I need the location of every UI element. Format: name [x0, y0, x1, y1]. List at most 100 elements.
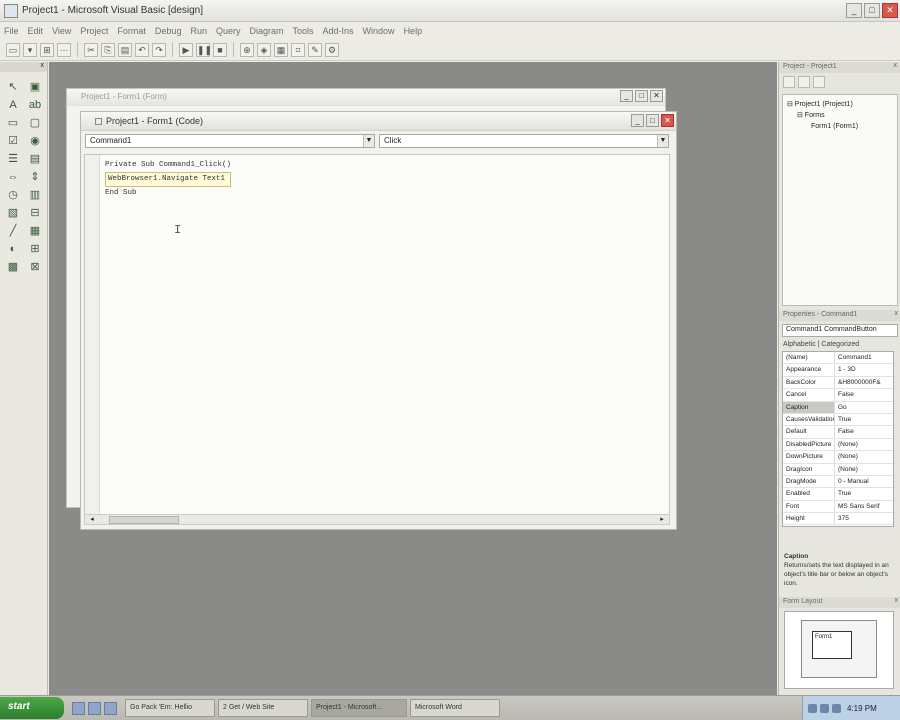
menu-addins[interactable]: Add-Ins	[323, 26, 354, 36]
horizontal-scrollbar[interactable]: ◂ ▸	[84, 514, 670, 525]
property-row[interactable]: Caption Go	[783, 401, 893, 414]
tree-node-form1[interactable]: Form1 (Form1)	[787, 121, 893, 132]
property-row[interactable]: BackColor &H8000000F&	[783, 376, 893, 390]
frame-tool-icon[interactable]: ▭	[4, 116, 22, 131]
property-row[interactable]: Height 375	[783, 513, 893, 526]
picturebox-tool-icon[interactable]: ▣	[26, 80, 44, 95]
close-button[interactable]: ✕	[882, 3, 898, 18]
view-object-icon[interactable]	[798, 76, 810, 88]
vscrollbar-tool-icon[interactable]: ⇕	[26, 170, 44, 185]
cut-icon[interactable]: ✂	[84, 42, 98, 57]
scroll-right-icon[interactable]: ▸	[657, 515, 667, 524]
menu-project[interactable]: Project	[80, 26, 108, 36]
chevron-down-icon[interactable]: ▼	[657, 135, 668, 147]
open-icon[interactable]: ⋯	[57, 42, 71, 57]
tree-node-forms[interactable]: ⊟ Forms	[787, 110, 893, 121]
label-tool-icon[interactable]: A	[4, 98, 22, 113]
property-row[interactable]: CausesValidation True	[783, 413, 893, 427]
scrollbar-thumb[interactable]	[109, 516, 179, 524]
dropdown-icon[interactable]: ▾	[23, 42, 37, 57]
taskbar-item[interactable]: 2 Get / Web Site	[218, 699, 308, 717]
property-row[interactable]: (Name) Command1	[783, 352, 893, 365]
taskbar-item[interactable]: Microsoft Word	[410, 699, 500, 717]
project-explorer-icon[interactable]: ⊕	[240, 42, 254, 57]
network-icon[interactable]	[808, 703, 817, 713]
close-button[interactable]: ✕	[650, 90, 663, 102]
redo-icon[interactable]: ↷	[152, 42, 166, 57]
menu-file[interactable]: File	[4, 26, 19, 36]
end-icon[interactable]: ■	[213, 42, 227, 57]
break-icon[interactable]: ❚❚	[196, 42, 212, 57]
close-icon[interactable]: x	[895, 597, 899, 604]
data-view-icon[interactable]: ⚙	[325, 42, 339, 57]
timer-tool-icon[interactable]: ◷	[4, 188, 22, 203]
line-tool-icon[interactable]: ╱	[4, 224, 22, 239]
show-desktop-icon[interactable]	[72, 701, 85, 715]
property-row[interactable]: Appearance 1 - 3D	[783, 364, 893, 377]
close-icon[interactable]: x	[894, 62, 898, 69]
properties-window-icon[interactable]: ◈	[257, 42, 271, 57]
shape-tool-icon[interactable]: ▦	[26, 224, 44, 239]
security-icon[interactable]	[832, 703, 841, 713]
dirlistbox-tool-icon[interactable]: ▧	[4, 206, 22, 221]
menu-query[interactable]: Query	[216, 26, 241, 36]
start-button[interactable]: start	[0, 697, 64, 719]
ole-tool-icon[interactable]: ▩	[4, 260, 22, 275]
procedure-combo[interactable]: Click ▼	[379, 134, 669, 148]
copy-icon[interactable]: ⎘	[101, 42, 115, 57]
menu-window[interactable]: Window	[363, 26, 395, 36]
properties-tabs[interactable]: Alphabetic | Categorized	[779, 340, 900, 349]
filelistbox-tool-icon[interactable]: ⊟	[26, 206, 44, 221]
minimize-button[interactable]: _	[631, 114, 644, 127]
minimize-button[interactable]: _	[620, 90, 633, 102]
optionbutton-tool-icon[interactable]: ◉	[26, 134, 44, 149]
code-editor[interactable]: Private Sub Command1_Click() WebBrowser1…	[84, 154, 670, 518]
add-project-icon[interactable]: ▭	[6, 42, 20, 57]
form-position-preview[interactable]: Form1	[812, 631, 852, 659]
maximize-button[interactable]: □	[864, 3, 880, 18]
menu-run[interactable]: Run	[190, 26, 207, 36]
hscrollbar-tool-icon[interactable]: ⇔	[4, 170, 22, 185]
undo-icon[interactable]: ↶	[135, 42, 149, 57]
property-row[interactable]: DragMode 0 - Manual	[783, 475, 893, 489]
maximize-button[interactable]: □	[635, 90, 648, 102]
properties-object-combo[interactable]: Command1 CommandButton	[782, 324, 898, 337]
menu-tools[interactable]: Tools	[293, 26, 314, 36]
property-row[interactable]: Default False	[783, 426, 893, 439]
pointer-tool-icon[interactable]: ↖	[4, 80, 22, 95]
property-row[interactable]: DragIcon (None)	[783, 463, 893, 476]
object-browser-icon[interactable]: ⌗	[291, 42, 305, 57]
menu-view[interactable]: View	[52, 26, 71, 36]
menu-editor-icon[interactable]: ⊞	[40, 42, 54, 57]
combobox-tool-icon[interactable]: ☰	[4, 152, 22, 167]
clock[interactable]: 4:19 PM	[847, 704, 877, 713]
object-combo[interactable]: Command1 ▼	[85, 134, 375, 148]
checkbox-tool-icon[interactable]: ☑	[4, 134, 22, 149]
media-player-icon[interactable]	[104, 701, 117, 715]
maximize-button[interactable]: □	[646, 114, 659, 127]
toolbox-icon[interactable]: ✎	[308, 42, 322, 57]
property-row[interactable]: Enabled True	[783, 488, 893, 501]
toggle-folders-icon[interactable]	[813, 76, 825, 88]
scroll-left-icon[interactable]: ◂	[87, 515, 97, 524]
drivelistbox-tool-icon[interactable]: ▥	[26, 188, 44, 203]
menu-diagram[interactable]: Diagram	[249, 26, 283, 36]
form-layout-icon[interactable]: ▦	[274, 42, 288, 57]
commandbutton-tool-icon[interactable]: ▢	[26, 116, 44, 131]
webbrowser-tool-icon[interactable]: ⊠	[26, 260, 44, 275]
listbox-tool-icon[interactable]: ▤	[26, 152, 44, 167]
property-row[interactable]: DownPicture (None)	[783, 451, 893, 464]
volume-icon[interactable]	[820, 703, 829, 713]
tree-node-project[interactable]: ⊟ Project1 (Project1)	[787, 99, 893, 110]
menu-format[interactable]: Format	[117, 26, 146, 36]
browser-icon[interactable]	[88, 701, 101, 715]
property-row[interactable]: Font MS Sans Serif	[783, 500, 893, 514]
menu-debug[interactable]: Debug	[155, 26, 182, 36]
data-tool-icon[interactable]: ⊞	[26, 242, 44, 257]
chevron-down-icon[interactable]: ▼	[363, 135, 374, 147]
property-row[interactable]: Cancel False	[783, 389, 893, 402]
close-button[interactable]: ✕	[661, 114, 674, 127]
start-icon[interactable]: ▶	[179, 42, 193, 57]
paste-icon[interactable]: ▤	[118, 42, 132, 57]
property-row[interactable]: DisabledPicture (None)	[783, 438, 893, 452]
